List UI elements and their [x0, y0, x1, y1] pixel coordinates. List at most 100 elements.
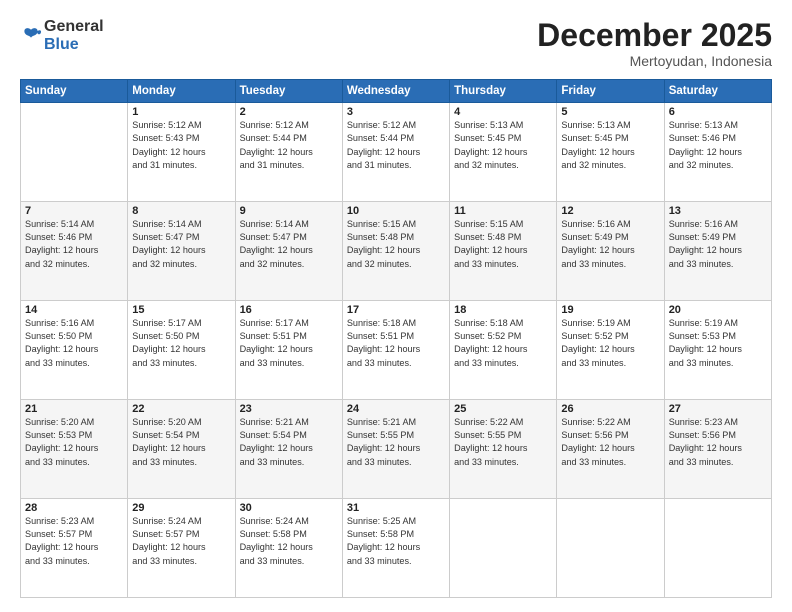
table-row: 15Sunrise: 5:17 AMSunset: 5:50 PMDayligh… [128, 301, 235, 400]
table-row: 17Sunrise: 5:18 AMSunset: 5:51 PMDayligh… [342, 301, 449, 400]
day-info: Sunrise: 5:19 AMSunset: 5:52 PMDaylight:… [561, 317, 659, 370]
table-row: 2Sunrise: 5:12 AMSunset: 5:44 PMDaylight… [235, 103, 342, 202]
week-row-0: 1Sunrise: 5:12 AMSunset: 5:43 PMDaylight… [21, 103, 772, 202]
day-info: Sunrise: 5:22 AMSunset: 5:55 PMDaylight:… [454, 416, 552, 469]
week-row-4: 28Sunrise: 5:23 AMSunset: 5:57 PMDayligh… [21, 499, 772, 598]
day-info: Sunrise: 5:12 AMSunset: 5:43 PMDaylight:… [132, 119, 230, 172]
day-number: 16 [240, 304, 338, 316]
day-number: 18 [454, 304, 552, 316]
day-info: Sunrise: 5:20 AMSunset: 5:54 PMDaylight:… [132, 416, 230, 469]
table-row: 24Sunrise: 5:21 AMSunset: 5:55 PMDayligh… [342, 400, 449, 499]
day-info: Sunrise: 5:13 AMSunset: 5:45 PMDaylight:… [561, 119, 659, 172]
table-row: 16Sunrise: 5:17 AMSunset: 5:51 PMDayligh… [235, 301, 342, 400]
day-info: Sunrise: 5:21 AMSunset: 5:54 PMDaylight:… [240, 416, 338, 469]
day-number: 30 [240, 502, 338, 514]
table-row: 31Sunrise: 5:25 AMSunset: 5:58 PMDayligh… [342, 499, 449, 598]
table-row: 20Sunrise: 5:19 AMSunset: 5:53 PMDayligh… [664, 301, 771, 400]
day-number: 12 [561, 205, 659, 217]
day-number: 21 [25, 403, 123, 415]
page: General Blue December 2025 Mertoyudan, I… [0, 0, 792, 612]
week-row-2: 14Sunrise: 5:16 AMSunset: 5:50 PMDayligh… [21, 301, 772, 400]
table-row: 18Sunrise: 5:18 AMSunset: 5:52 PMDayligh… [450, 301, 557, 400]
table-row: 27Sunrise: 5:23 AMSunset: 5:56 PMDayligh… [664, 400, 771, 499]
day-number: 10 [347, 205, 445, 217]
table-row: 7Sunrise: 5:14 AMSunset: 5:46 PMDaylight… [21, 202, 128, 301]
day-info: Sunrise: 5:12 AMSunset: 5:44 PMDaylight:… [347, 119, 445, 172]
day-number: 15 [132, 304, 230, 316]
day-info: Sunrise: 5:12 AMSunset: 5:44 PMDaylight:… [240, 119, 338, 172]
table-row: 9Sunrise: 5:14 AMSunset: 5:47 PMDaylight… [235, 202, 342, 301]
table-row: 28Sunrise: 5:23 AMSunset: 5:57 PMDayligh… [21, 499, 128, 598]
day-info: Sunrise: 5:25 AMSunset: 5:58 PMDaylight:… [347, 515, 445, 568]
table-row: 30Sunrise: 5:24 AMSunset: 5:58 PMDayligh… [235, 499, 342, 598]
calendar-table: Sunday Monday Tuesday Wednesday Thursday… [20, 79, 772, 598]
logo-bird-icon [20, 25, 42, 47]
day-number: 31 [347, 502, 445, 514]
table-row: 22Sunrise: 5:20 AMSunset: 5:54 PMDayligh… [128, 400, 235, 499]
day-number: 20 [669, 304, 767, 316]
table-row: 6Sunrise: 5:13 AMSunset: 5:46 PMDaylight… [664, 103, 771, 202]
table-row: 11Sunrise: 5:15 AMSunset: 5:48 PMDayligh… [450, 202, 557, 301]
col-wednesday: Wednesday [342, 80, 449, 103]
day-info: Sunrise: 5:18 AMSunset: 5:52 PMDaylight:… [454, 317, 552, 370]
table-row: 21Sunrise: 5:20 AMSunset: 5:53 PMDayligh… [21, 400, 128, 499]
day-number: 25 [454, 403, 552, 415]
table-row: 13Sunrise: 5:16 AMSunset: 5:49 PMDayligh… [664, 202, 771, 301]
table-row: 10Sunrise: 5:15 AMSunset: 5:48 PMDayligh… [342, 202, 449, 301]
day-info: Sunrise: 5:22 AMSunset: 5:56 PMDaylight:… [561, 416, 659, 469]
day-info: Sunrise: 5:13 AMSunset: 5:45 PMDaylight:… [454, 119, 552, 172]
day-number: 26 [561, 403, 659, 415]
day-info: Sunrise: 5:16 AMSunset: 5:50 PMDaylight:… [25, 317, 123, 370]
day-info: Sunrise: 5:19 AMSunset: 5:53 PMDaylight:… [669, 317, 767, 370]
day-number: 5 [561, 106, 659, 118]
day-info: Sunrise: 5:14 AMSunset: 5:46 PMDaylight:… [25, 218, 123, 271]
table-row: 12Sunrise: 5:16 AMSunset: 5:49 PMDayligh… [557, 202, 664, 301]
day-number: 7 [25, 205, 123, 217]
table-row: 4Sunrise: 5:13 AMSunset: 5:45 PMDaylight… [450, 103, 557, 202]
month-title: December 2025 [537, 18, 772, 53]
table-row [557, 499, 664, 598]
header-row: Sunday Monday Tuesday Wednesday Thursday… [21, 80, 772, 103]
logo-general-text: General [44, 18, 104, 35]
table-row: 1Sunrise: 5:12 AMSunset: 5:43 PMDaylight… [128, 103, 235, 202]
day-number: 13 [669, 205, 767, 217]
day-number: 22 [132, 403, 230, 415]
week-row-1: 7Sunrise: 5:14 AMSunset: 5:46 PMDaylight… [21, 202, 772, 301]
day-number: 24 [347, 403, 445, 415]
day-number: 23 [240, 403, 338, 415]
day-info: Sunrise: 5:16 AMSunset: 5:49 PMDaylight:… [561, 218, 659, 271]
day-number: 2 [240, 106, 338, 118]
table-row: 26Sunrise: 5:22 AMSunset: 5:56 PMDayligh… [557, 400, 664, 499]
logo-blue-text: Blue [44, 36, 79, 53]
table-row [450, 499, 557, 598]
day-number: 8 [132, 205, 230, 217]
day-number: 11 [454, 205, 552, 217]
table-row: 29Sunrise: 5:24 AMSunset: 5:57 PMDayligh… [128, 499, 235, 598]
day-number: 1 [132, 106, 230, 118]
day-number: 19 [561, 304, 659, 316]
title-block: December 2025 Mertoyudan, Indonesia [537, 18, 772, 69]
day-number: 14 [25, 304, 123, 316]
col-friday: Friday [557, 80, 664, 103]
day-info: Sunrise: 5:20 AMSunset: 5:53 PMDaylight:… [25, 416, 123, 469]
day-info: Sunrise: 5:14 AMSunset: 5:47 PMDaylight:… [132, 218, 230, 271]
location: Mertoyudan, Indonesia [537, 53, 772, 69]
table-row: 23Sunrise: 5:21 AMSunset: 5:54 PMDayligh… [235, 400, 342, 499]
table-row: 14Sunrise: 5:16 AMSunset: 5:50 PMDayligh… [21, 301, 128, 400]
table-row [664, 499, 771, 598]
table-row [21, 103, 128, 202]
table-row: 25Sunrise: 5:22 AMSunset: 5:55 PMDayligh… [450, 400, 557, 499]
col-thursday: Thursday [450, 80, 557, 103]
day-number: 3 [347, 106, 445, 118]
day-info: Sunrise: 5:18 AMSunset: 5:51 PMDaylight:… [347, 317, 445, 370]
day-number: 17 [347, 304, 445, 316]
col-sunday: Sunday [21, 80, 128, 103]
day-info: Sunrise: 5:17 AMSunset: 5:51 PMDaylight:… [240, 317, 338, 370]
day-info: Sunrise: 5:15 AMSunset: 5:48 PMDaylight:… [347, 218, 445, 271]
table-row: 5Sunrise: 5:13 AMSunset: 5:45 PMDaylight… [557, 103, 664, 202]
day-info: Sunrise: 5:13 AMSunset: 5:46 PMDaylight:… [669, 119, 767, 172]
day-number: 29 [132, 502, 230, 514]
day-info: Sunrise: 5:24 AMSunset: 5:57 PMDaylight:… [132, 515, 230, 568]
col-saturday: Saturday [664, 80, 771, 103]
table-row: 8Sunrise: 5:14 AMSunset: 5:47 PMDaylight… [128, 202, 235, 301]
